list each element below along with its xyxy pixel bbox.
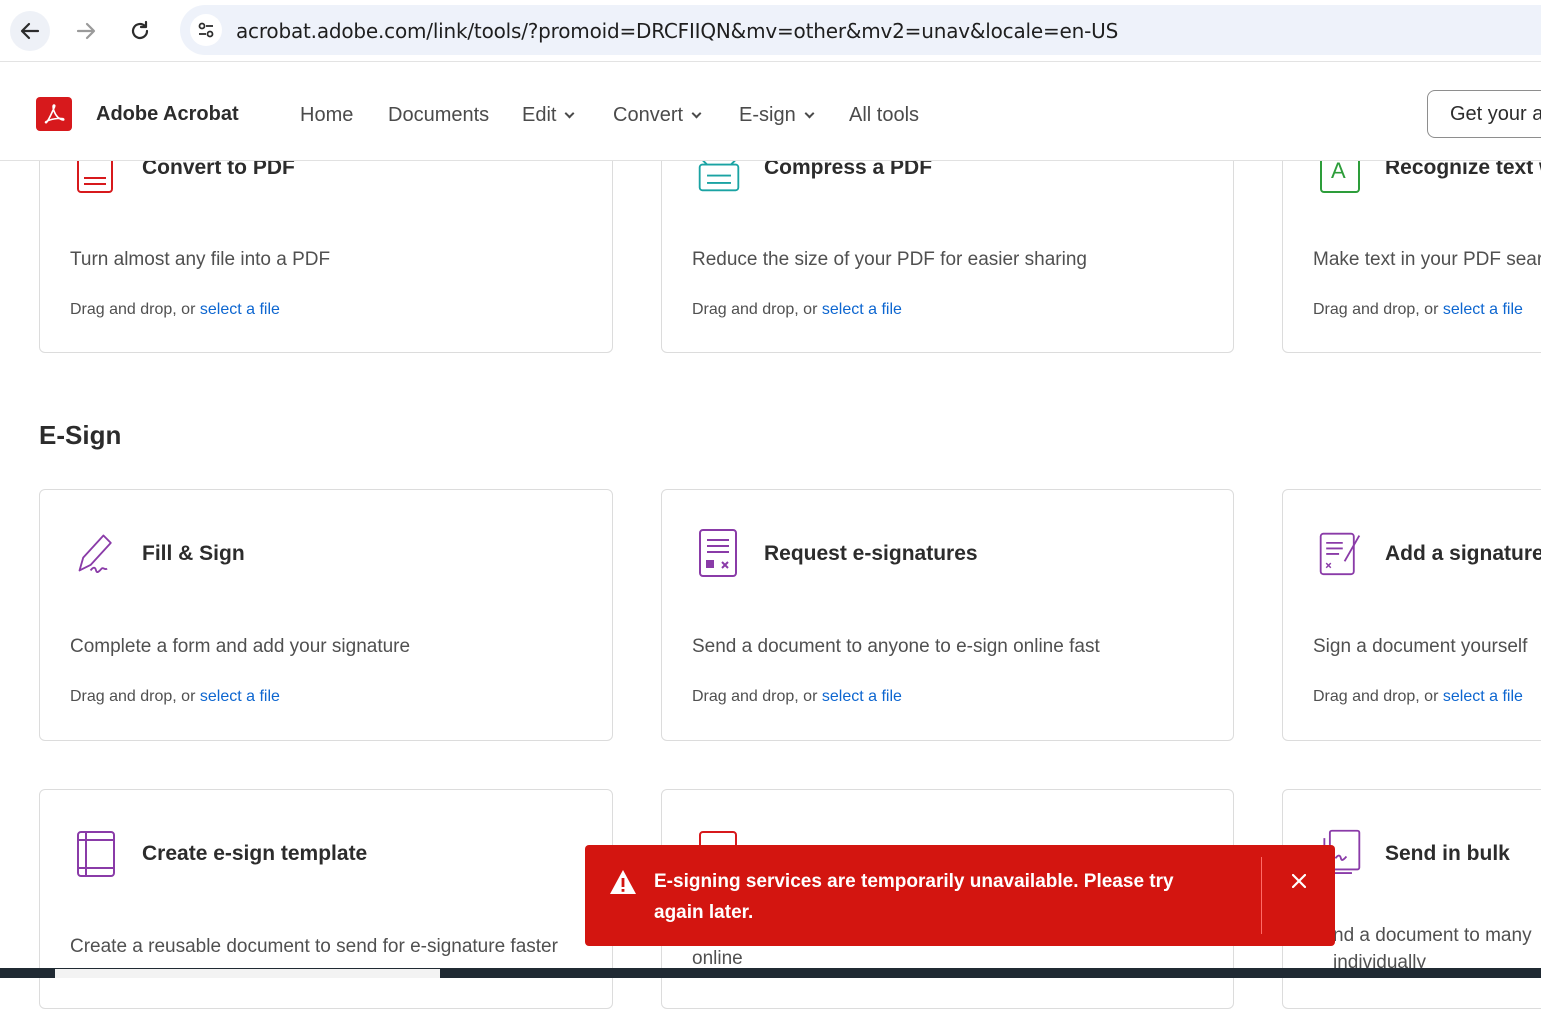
toast-close-button[interactable]: [1285, 867, 1313, 895]
tune-icon: [198, 22, 214, 38]
nav-home[interactable]: Home: [300, 104, 353, 127]
app-header: Adobe Acrobat Home Documents Edit Conver…: [0, 63, 1541, 161]
esign-template-icon: [77, 831, 115, 877]
select-file-link[interactable]: select a file: [1443, 301, 1523, 318]
reload-button[interactable]: [120, 11, 160, 51]
card-description: online: [692, 948, 743, 969]
drop-prefix: Drag and drop, or: [1313, 688, 1443, 705]
nav-convert[interactable]: Convert: [613, 104, 702, 127]
chevron-down-icon: [691, 108, 702, 119]
card-drop-text: Drag and drop, or select a file: [70, 301, 280, 319]
tool-card-fill-sign[interactable]: Fill & Sign Complete a form and add your…: [39, 489, 613, 741]
drop-prefix: Drag and drop, or: [70, 688, 200, 705]
card-description: Sign a document yourself: [1313, 636, 1528, 657]
arrow-left-icon: [20, 22, 40, 40]
select-file-link[interactable]: select a file: [200, 688, 280, 705]
tool-card-add-signature[interactable]: Add a signature Sign a document yourself…: [1282, 489, 1541, 741]
error-toast: E-signing services are temporarily unava…: [585, 845, 1335, 946]
toast-message: E-signing services are temporarily unava…: [654, 871, 1174, 923]
nav-documents-label: Documents: [388, 104, 490, 126]
nav-esign-label: E-sign: [739, 104, 796, 126]
address-bar[interactable]: acrobat.adobe.com/link/tools/?promoid=DR…: [180, 5, 1541, 55]
section-title-esign: E-Sign: [39, 420, 122, 450]
add-signature-icon: [1319, 532, 1361, 576]
card-description: Reduce the size of your PDF for easier s…: [692, 249, 1087, 270]
get-app-button[interactable]: Get your app: [1427, 90, 1541, 138]
tool-card-request-esignatures[interactable]: Request e-signatures Send a document to …: [661, 489, 1234, 741]
request-esignatures-icon: [699, 529, 737, 577]
reload-icon: [131, 20, 149, 40]
brand-name[interactable]: Adobe Acrobat: [96, 103, 239, 126]
card-title: Fill & Sign: [142, 542, 245, 565]
card-title: Request e-signatures: [764, 542, 978, 565]
fill-sign-icon: [78, 534, 112, 573]
back-button[interactable]: [10, 11, 50, 51]
select-file-link[interactable]: select a file: [200, 301, 280, 318]
card-drop-text: Drag and drop, or select a file: [692, 301, 902, 319]
close-icon: [1292, 874, 1306, 888]
browser-toolbar: acrobat.adobe.com/link/tools/?promoid=DR…: [0, 0, 1541, 62]
nav-documents[interactable]: Documents: [388, 104, 489, 127]
acrobat-logo-icon[interactable]: [36, 97, 72, 131]
card-drop-text: Drag and drop, or select a file: [70, 688, 280, 706]
nav-convert-label: Convert: [613, 104, 684, 126]
card-description: Create a reusable document to send for e…: [70, 936, 558, 957]
site-info-button[interactable]: [190, 14, 222, 46]
warning-icon: [610, 870, 636, 894]
card-title: Add a signature: [1385, 542, 1541, 565]
nav-all-tools[interactable]: All tools: [849, 104, 919, 127]
card-description: Send a document to anyone to e-sign onli…: [692, 636, 1100, 657]
taskbar-window-thumbnail[interactable]: [55, 969, 440, 978]
drop-prefix: Drag and drop, or: [1313, 301, 1443, 318]
select-file-link[interactable]: select a file: [822, 301, 902, 318]
nav-esign[interactable]: E-sign: [739, 104, 815, 127]
nav-all-tools-label: All tools: [849, 104, 920, 126]
card-description: Make text in your PDF sear: [1313, 249, 1541, 270]
card-title: Send in bulk: [1385, 842, 1510, 865]
select-file-link[interactable]: select a file: [1443, 688, 1523, 705]
get-app-label: Get your app: [1450, 103, 1541, 125]
card-drop-text: Drag and drop, or select a file: [1313, 688, 1523, 706]
nav-edit-label: Edit: [522, 104, 557, 126]
arrow-right-icon: [76, 22, 96, 40]
toast-divider: [1261, 857, 1262, 934]
drop-prefix: Drag and drop, or: [70, 301, 200, 318]
drop-prefix: Drag and drop, or: [692, 688, 822, 705]
url-text[interactable]: acrobat.adobe.com/link/tools/?promoid=DR…: [236, 19, 1118, 43]
card-description: Complete a form and add your signature: [70, 636, 411, 657]
select-file-link[interactable]: select a file: [822, 688, 902, 705]
svg-text:A: A: [1331, 158, 1346, 183]
card-description: Turn almost any file into a PDF: [70, 249, 331, 270]
drop-prefix: Drag and drop, or: [692, 301, 822, 318]
card-drop-text: Drag and drop, or select a file: [692, 688, 902, 706]
card-drop-text: Drag and drop, or select a file: [1313, 301, 1523, 319]
nav-edit[interactable]: Edit: [522, 104, 575, 127]
card-title: Create e-sign template: [142, 842, 368, 865]
nav-home-label: Home: [300, 104, 354, 126]
chevron-down-icon: [804, 108, 815, 119]
chevron-down-icon: [565, 108, 575, 119]
forward-button[interactable]: [66, 11, 106, 51]
